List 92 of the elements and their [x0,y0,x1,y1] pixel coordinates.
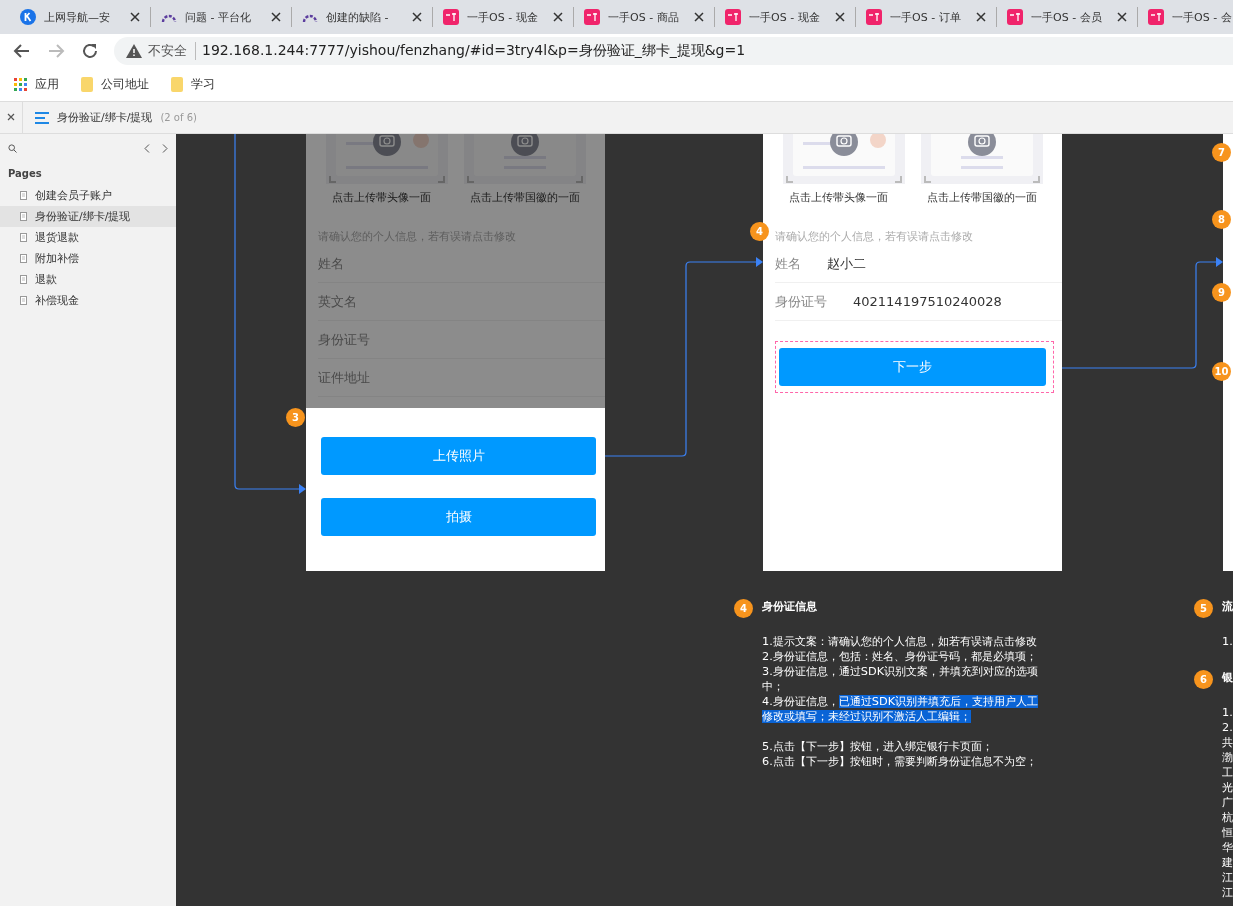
k-logo-icon [20,9,36,25]
browser-tab[interactable]: 一手OS - 会员 [997,7,1138,27]
note-line: 5.点击【下一步】按钮，进入绑定银行卡页面； [762,739,994,754]
note-line: 2. [1222,720,1233,735]
note-title: 银 [1222,670,1233,685]
note-line: 江 [1222,870,1233,885]
upload-label[interactable]: 点击上传带头像一面 [788,190,888,205]
apps-grid-icon [14,78,27,91]
page-icon [20,296,27,305]
browser-tab[interactable]: 一手OS - 订单 [856,7,997,27]
app-logo-icon [1007,9,1023,25]
note-line: 1.提示文案：请确认您的个人信息，如若有误请点击修改 [762,634,1038,649]
page-item[interactable]: 补偿现金 [0,290,176,311]
hint-text: 请确认您的个人信息，若有误请点击修改 [775,229,974,245]
note-line: 光 [1222,780,1233,795]
note-line: 2.身份证信息，包括：姓名、身份证号码，都是必填项； [762,649,1038,664]
app-logo-icon [443,9,459,25]
note-line: 杭 [1222,810,1233,825]
bookmark-label[interactable]: 学习 [191,76,215,93]
browser-tab[interactable]: 一手OS - 现金 [433,7,574,27]
field-label: 姓名 [775,254,801,273]
app-logo-icon [866,9,882,25]
page-item[interactable]: 身份验证/绑卡/提现 [0,206,176,227]
page-count: (2 of 6) [160,112,197,123]
search-icon[interactable] [8,143,17,153]
step-badge: 6 [1194,670,1213,689]
field-label: 英文名 [318,292,357,311]
note-line: 1. [1222,634,1233,649]
app-logo-icon [1148,9,1164,25]
page-icon [20,275,27,284]
note-title: 身份证信息 [762,599,818,614]
bookmark-label[interactable]: 公司地址 [101,76,149,93]
field-label: 身份证号 [775,292,827,311]
address-bar[interactable]: 不安全 192.168.1.244:7777/yishou/fenzhang/#id=3try4l&p=身份验证_绑卡_提现&g=1 [114,37,1233,65]
step-badge: 3 [286,408,305,427]
upload-label[interactable]: 点击上传带国徽的一面 [926,190,1037,205]
app-logo-icon [584,9,600,25]
field-value[interactable]: 赵小二 [827,254,866,273]
page-item[interactable]: 退货退款 [0,227,176,248]
page-icon [20,233,27,242]
field-label: 姓名 [318,254,344,273]
close-icon[interactable] [835,12,845,22]
field-label: 证件地址 [318,368,370,387]
note-line: 1. [1222,705,1233,720]
close-icon[interactable] [271,12,281,22]
note-title: 流 [1222,599,1233,614]
page-icon [20,254,27,263]
close-icon[interactable] [694,12,704,22]
page-icon [20,191,27,200]
note-line: 江 [1222,885,1233,900]
page-title: 身份验证/绑卡/提现 [57,110,153,125]
field-label: 身份证号 [318,330,370,349]
close-icon[interactable] [7,113,15,121]
page-icon [20,212,27,221]
menu-icon[interactable] [35,111,49,124]
close-icon[interactable] [1117,12,1127,22]
browser-tab[interactable]: 一手OS - 会 [1138,7,1233,27]
note-line: 3.身份证信息，通过SDK识别文案，并填充到对应的选项中； [762,664,1040,694]
browser-tab[interactable]: 一手OS - 现金 [715,7,856,27]
upload-label[interactable]: 点击上传带国徽的一面 [469,190,580,205]
browser-tab[interactable]: 问题 - 平台化 [151,7,292,27]
note-line: 广 [1222,795,1233,810]
browser-tab[interactable]: 一手OS - 商品 [574,7,715,27]
note-line: 6.点击【下一步】按钮时，需要判断身份证信息不为空； [762,754,1038,769]
note-line: 渤 [1222,750,1233,765]
url-text: 192.168.1.244:7777/yishou/fenzhang/#id=3try4l&p=身份验证_绑卡_提现&g=1 [202,42,746,60]
note-line: 共 [1222,735,1233,750]
step-badge: 5 [1194,599,1213,618]
close-icon[interactable] [976,12,986,22]
page-item[interactable]: 附加补偿 [0,248,176,269]
upload-label[interactable]: 点击上传带头像一面 [331,190,431,205]
browser-tab[interactable]: 上网导航—安 [10,7,151,27]
bookmark-label[interactable]: 应用 [35,76,59,93]
security-label: 不安全 [148,42,196,60]
folder-icon [171,77,183,92]
app-logo-icon [725,9,741,25]
warning-icon [126,44,142,58]
step-badge: 4 [734,599,753,618]
note-line: 工 [1222,765,1233,780]
note-line: 恒 [1222,825,1233,840]
page-item[interactable]: 退款 [0,269,176,290]
pages-heading: Pages [7,167,43,181]
reload-icon[interactable] [80,41,100,61]
close-icon[interactable] [412,12,422,22]
browser-tab[interactable]: 创建的缺陷 - [292,7,433,27]
close-icon[interactable] [130,12,140,22]
page-item[interactable]: 创建会员子账户 [0,185,176,206]
note-line: 华 [1222,840,1233,855]
field-value[interactable]: 402114197510240028 [853,294,1002,309]
folder-icon [81,77,93,92]
note-line: 建 [1222,855,1233,870]
close-icon[interactable] [553,12,563,22]
